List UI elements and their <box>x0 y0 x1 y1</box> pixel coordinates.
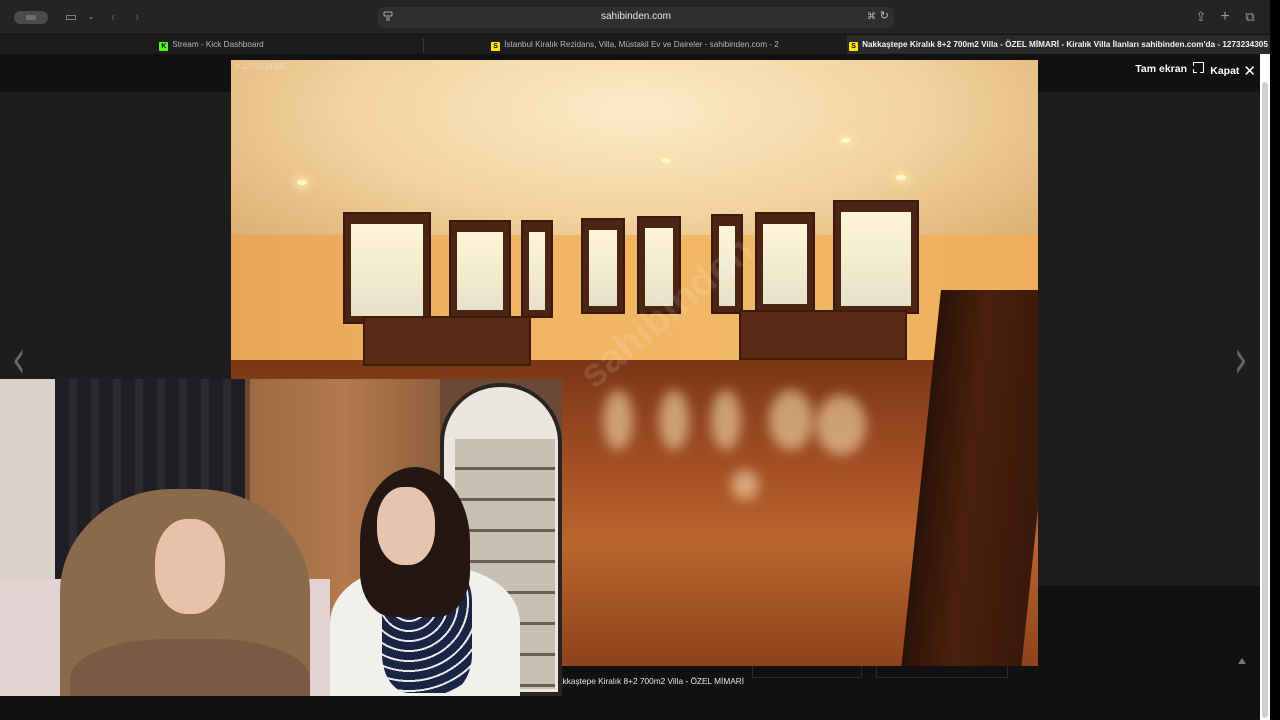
scroll-top-icon[interactable] <box>1238 658 1246 664</box>
radiator-cover <box>363 316 531 366</box>
tab-label: İstanbul Kiralık Rezidans, Villa, Müstak… <box>504 40 779 49</box>
photo-id: # 1273234305 <box>235 62 287 71</box>
sahibinden-icon: S <box>849 42 859 51</box>
floor-reflection <box>731 470 759 500</box>
share-icon[interactable]: ⇪ <box>1192 8 1210 26</box>
url-text: sahibinden.com <box>600 11 672 22</box>
ceiling-light <box>297 180 307 185</box>
streamer-left <box>60 489 310 696</box>
sidebar-toggle-icon[interactable]: ▭ <box>62 8 80 26</box>
photo-window <box>833 200 919 314</box>
fullscreen-button[interactable]: Tam ekran <box>1135 62 1204 75</box>
ceiling-light <box>896 175 906 180</box>
address-bar[interactable]: sahibinden.com ⌘ ↻ <box>378 7 894 28</box>
window-edge <box>1270 0 1280 720</box>
ceiling-light <box>661 158 671 163</box>
tab-label: Nakkaştepe Kiralık 8+2 700m2 Villa - ÖZE… <box>862 40 1268 49</box>
page-scrollbar[interactable] <box>1260 54 1270 720</box>
floor-reflection <box>769 390 813 450</box>
fullscreen-label: Tam ekran <box>1135 63 1187 75</box>
scrollbar-thumb[interactable] <box>1262 82 1268 718</box>
floor-reflection <box>603 390 633 450</box>
tab-label: Stream - Kick Dashboard <box>172 40 264 49</box>
floor-reflection <box>816 395 866 455</box>
sahibinden-icon: S <box>491 42 501 51</box>
photo-window <box>581 218 625 314</box>
tab-istanbul-listings[interactable]: S İstanbul Kiralık Rezidans, Villa, Müsta… <box>424 35 846 55</box>
floor-reflection <box>659 390 689 450</box>
chevron-down-icon[interactable]: ⌄ <box>82 8 100 26</box>
reload-icon[interactable]: ↻ <box>880 9 889 22</box>
kick-icon: K <box>159 42 169 51</box>
translate-icon[interactable]: ⌘ <box>867 11 876 22</box>
photo-window <box>521 220 553 318</box>
next-photo-icon[interactable]: › <box>1234 328 1248 392</box>
window-pill[interactable] <box>14 11 48 24</box>
tab-overview-icon[interactable]: ⧉ <box>1241 8 1259 26</box>
browser-toolbar: ▭ ⌄ ‹ › sahibinden.com ⌘ ↻ ⇪ + ⧉ <box>0 0 1270 34</box>
tab-kick-dashboard[interactable]: K Stream - Kick Dashboard <box>0 35 423 55</box>
listing-caption: akkaştepe Kiralık 8+2 700m2 Villa - ÖZEL… <box>558 676 745 686</box>
tab-villa-listing[interactable]: S Nakkaştepe Kiralık 8+2 700m2 Villa - ÖZ… <box>847 35 1270 55</box>
close-icon: ✕ <box>1243 63 1256 80</box>
close-button[interactable]: Kapat ✕ <box>1210 62 1256 80</box>
ceiling-light <box>841 138 851 143</box>
close-label: Kapat <box>1210 65 1240 77</box>
streamer-right <box>330 467 520 696</box>
new-tab-icon[interactable]: + <box>1216 8 1234 26</box>
photo-window <box>343 212 431 324</box>
webcam-overlay <box>0 379 562 696</box>
forward-icon[interactable]: › <box>128 8 146 26</box>
floor-reflection <box>711 390 741 450</box>
photo-window <box>449 220 511 318</box>
radiator-cover <box>739 310 907 360</box>
back-icon[interactable]: ‹ <box>104 8 122 26</box>
tab-bar: K Stream - Kick Dashboard S İstanbul Kiral… <box>0 34 1270 55</box>
fullscreen-icon <box>1193 62 1204 73</box>
photo-window <box>755 212 815 312</box>
